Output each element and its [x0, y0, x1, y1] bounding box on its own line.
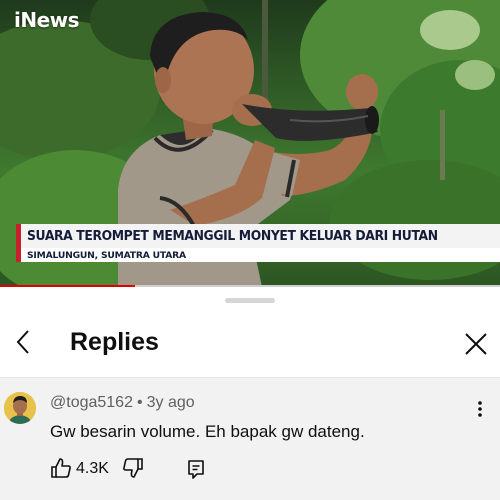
more-vert-icon: [478, 401, 482, 417]
news-location: SIMALUNGUN, SUMATRA UTARA: [27, 249, 186, 261]
panel-title: Replies: [70, 328, 159, 356]
news-lower-third: SUARA TEROMPET MEMANGGIL MONYET KELUAR D…: [16, 224, 500, 264]
drag-handle[interactable]: [225, 298, 275, 303]
news-headline: SUARA TEROMPET MEMANGGIL MONYET KELUAR D…: [27, 228, 438, 244]
location-bar: SIMALUNGUN, SUMATRA UTARA: [16, 248, 500, 262]
more-options-button[interactable]: [470, 397, 490, 421]
dislike-button[interactable]: [122, 457, 144, 479]
channel-logo: iNews: [14, 8, 80, 32]
like-button[interactable]: [50, 457, 72, 479]
dislike-icon: [123, 458, 143, 478]
comment-meta: @toga5162 • 3y ago: [50, 394, 195, 412]
screen: iNews SUARA TEROMPET MEMANGGIL MONYET KE…: [0, 0, 500, 500]
replies-panel: Replies @toga5162 • 3y ago Gw besarin volu…: [0, 287, 500, 500]
avatar-image: [4, 392, 36, 424]
video-player[interactable]: iNews SUARA TEROMPET MEMANGGIL MONYET KE…: [0, 0, 500, 287]
meta-separator: •: [136, 394, 143, 411]
avatar[interactable]: [4, 392, 36, 424]
like-count: 4.3K: [76, 460, 109, 477]
reply-button[interactable]: [185, 458, 207, 480]
chevron-left-icon: [16, 330, 29, 354]
like-icon: [51, 458, 71, 478]
close-icon: [465, 333, 487, 355]
back-button[interactable]: [8, 327, 38, 357]
comment-age: 3y ago: [146, 394, 195, 411]
comment-author[interactable]: @toga5162: [50, 394, 133, 411]
close-button[interactable]: [461, 329, 491, 359]
comment-text: Gw besarin volume. Eh bapak gw dateng.: [50, 422, 365, 441]
reply-icon: [188, 460, 204, 479]
headline-bar: SUARA TEROMPET MEMANGGIL MONYET KELUAR D…: [16, 224, 500, 248]
